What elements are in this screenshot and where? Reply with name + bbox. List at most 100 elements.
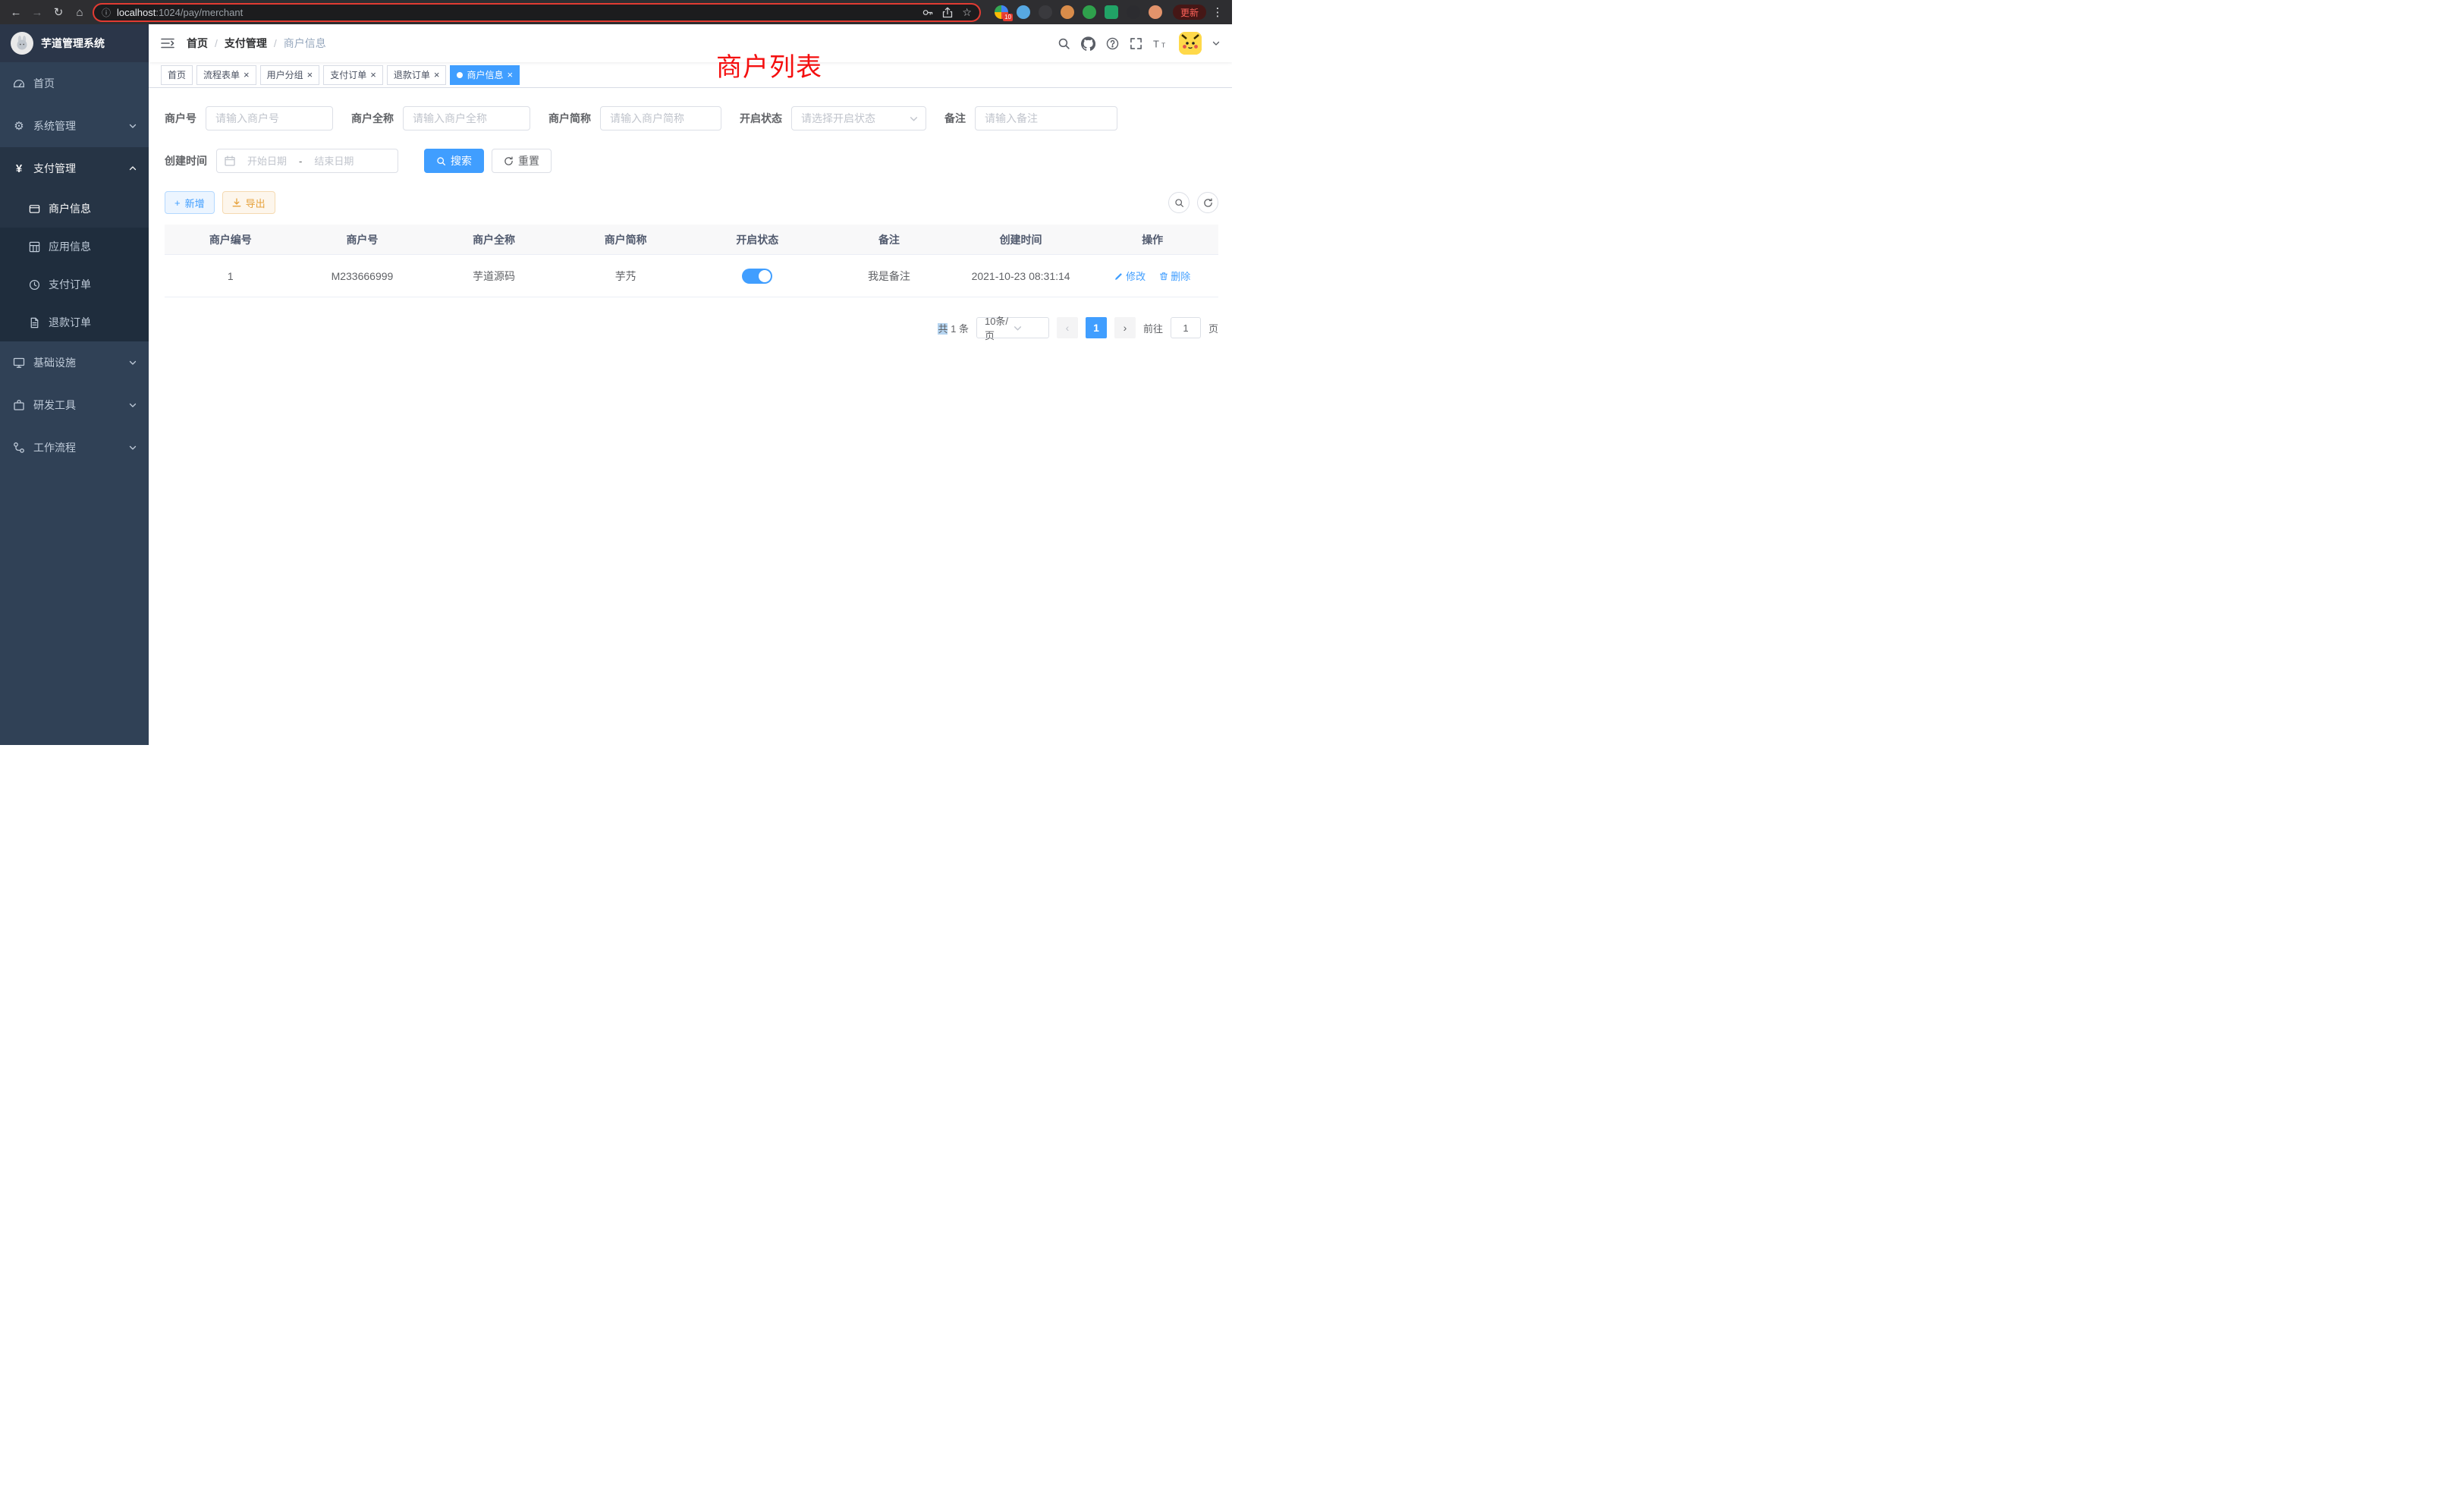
tab-pay-order[interactable]: 支付订单 × bbox=[323, 65, 383, 85]
add-button-label: 新增 bbox=[185, 196, 205, 210]
full-name-input[interactable] bbox=[403, 106, 530, 130]
app-logo[interactable]: 芋道管理系统 bbox=[0, 24, 149, 62]
chevron-down-icon bbox=[910, 115, 918, 123]
user-avatar[interactable] bbox=[1179, 32, 1202, 55]
tab-close-icon[interactable]: × bbox=[507, 70, 513, 80]
breadcrumb-section[interactable]: 支付管理 bbox=[225, 36, 267, 51]
sidebar-item-label: 商户信息 bbox=[49, 201, 91, 216]
goto-page-input[interactable] bbox=[1171, 317, 1201, 338]
browser-menu-icon[interactable]: ⋮ bbox=[1211, 5, 1224, 19]
site-info-icon[interactable]: ⓘ bbox=[102, 6, 111, 19]
remark-input[interactable] bbox=[975, 106, 1117, 130]
share-icon[interactable] bbox=[942, 7, 953, 18]
select-placeholder: 请选择开启状态 bbox=[801, 111, 910, 126]
password-key-icon[interactable] bbox=[922, 7, 933, 18]
address-bar[interactable]: ⓘ localhost:1024/pay/merchant ☆ bbox=[93, 3, 981, 22]
extension-icon[interactable] bbox=[1127, 5, 1140, 19]
extension-icon[interactable] bbox=[1039, 5, 1052, 19]
tab-merchant-info[interactable]: 商户信息 × bbox=[450, 65, 520, 85]
tab-close-icon[interactable]: × bbox=[434, 70, 440, 80]
field-label: 商户简称 bbox=[548, 111, 591, 126]
cell-status bbox=[692, 255, 824, 297]
extension-icon[interactable] bbox=[1061, 5, 1074, 19]
home-icon[interactable]: ⌂ bbox=[71, 4, 88, 20]
total-prefix: 共 bbox=[938, 323, 948, 335]
tab-process-form[interactable]: 流程表单× bbox=[196, 65, 256, 85]
svg-text:T: T bbox=[1153, 38, 1159, 49]
extension-icon[interactable] bbox=[1017, 5, 1030, 19]
tags-view: 首页 流程表单× 用户分组× 支付订单 × 退款订单× 商户信息 × bbox=[149, 62, 1232, 88]
extension-icon[interactable] bbox=[1083, 5, 1096, 19]
status-toggle[interactable] bbox=[742, 269, 772, 284]
tab-close-icon[interactable]: × bbox=[370, 70, 376, 80]
tab-home[interactable]: 首页 bbox=[161, 65, 193, 85]
table-toolbar: + 新增 导出 bbox=[165, 191, 1218, 214]
font-size-icon[interactable]: TT bbox=[1153, 38, 1168, 49]
browser-update-button[interactable]: 更新 bbox=[1173, 5, 1206, 20]
field-label: 创建时间 bbox=[165, 153, 207, 168]
add-button[interactable]: + 新增 bbox=[165, 191, 215, 214]
logo-image bbox=[11, 32, 33, 55]
forward-icon[interactable]: → bbox=[29, 4, 46, 20]
hamburger-icon[interactable] bbox=[161, 37, 174, 49]
browser-toolbar: ← → ↻ ⌂ ⓘ localhost:1024/pay/merchant ☆ … bbox=[0, 0, 1232, 24]
end-date-input[interactable] bbox=[305, 156, 363, 167]
next-page-button[interactable]: › bbox=[1114, 317, 1136, 338]
export-button-label: 导出 bbox=[246, 196, 266, 210]
extension-icon[interactable] bbox=[1149, 5, 1162, 19]
main-area: 首页 / 支付管理 / 商户信息 bbox=[149, 24, 1232, 745]
reload-icon[interactable]: ↻ bbox=[50, 4, 67, 20]
col-header: 备注 bbox=[823, 225, 955, 254]
page-1-button[interactable]: 1 bbox=[1086, 317, 1107, 338]
bookmark-star-icon[interactable]: ☆ bbox=[962, 6, 972, 19]
reset-button[interactable]: 重置 bbox=[492, 149, 552, 173]
sidebar-item-refund-order[interactable]: 退款订单 bbox=[0, 303, 149, 341]
breadcrumb-home[interactable]: 首页 bbox=[187, 36, 208, 51]
tab-close-icon[interactable]: × bbox=[244, 70, 250, 80]
short-name-input[interactable] bbox=[600, 106, 721, 130]
sidebar-item-home[interactable]: 首页 bbox=[0, 62, 149, 105]
extension-icon[interactable] bbox=[1105, 5, 1118, 19]
search-icon[interactable] bbox=[1058, 37, 1070, 50]
tab-label: 商户信息 bbox=[467, 68, 503, 81]
refresh-icon[interactable] bbox=[1197, 192, 1218, 213]
date-separator: - bbox=[299, 156, 302, 167]
cell-remark: 我是备注 bbox=[823, 255, 955, 297]
edit-link[interactable]: 修改 bbox=[1114, 269, 1146, 283]
sidebar-item-payment[interactable]: ¥ 支付管理 bbox=[0, 147, 149, 190]
export-button[interactable]: 导出 bbox=[222, 191, 275, 214]
merchant-no-input[interactable] bbox=[206, 106, 333, 130]
sidebar-item-infra[interactable]: 基础设施 bbox=[0, 341, 149, 384]
back-icon[interactable]: ← bbox=[8, 4, 24, 20]
tab-user-group[interactable]: 用户分组× bbox=[260, 65, 320, 85]
search-button[interactable]: 搜索 bbox=[424, 149, 484, 173]
sidebar-item-system[interactable]: ⚙ 系统管理 bbox=[0, 105, 149, 147]
col-header: 商户编号 bbox=[165, 225, 297, 254]
github-icon[interactable] bbox=[1081, 36, 1095, 51]
col-header: 商户简称 bbox=[560, 225, 692, 254]
extension-icon[interactable]: 10 bbox=[995, 5, 1008, 19]
field-remark: 备注 bbox=[944, 106, 1117, 130]
start-date-input[interactable] bbox=[238, 156, 296, 167]
sidebar-item-merchant-info[interactable]: 商户信息 bbox=[0, 190, 149, 228]
help-icon[interactable] bbox=[1106, 37, 1119, 50]
sidebar-item-app-info[interactable]: 应用信息 bbox=[0, 228, 149, 266]
page-size-select[interactable]: 10条/页 bbox=[976, 317, 1049, 338]
toggle-search-icon[interactable] bbox=[1168, 192, 1190, 213]
sidebar-item-devtools[interactable]: 研发工具 bbox=[0, 384, 149, 426]
tab-label: 支付订单 bbox=[330, 68, 366, 81]
delete-link[interactable]: 删除 bbox=[1159, 269, 1190, 283]
tab-close-icon[interactable]: × bbox=[307, 70, 313, 80]
status-select[interactable]: 请选择开启状态 bbox=[791, 106, 926, 130]
tab-refund-order[interactable]: 退款订单× bbox=[387, 65, 447, 85]
fullscreen-icon[interactable] bbox=[1130, 37, 1142, 50]
sidebar-item-workflow[interactable]: 工作流程 bbox=[0, 426, 149, 469]
date-range-picker[interactable]: - bbox=[216, 149, 398, 173]
col-header: 商户全称 bbox=[428, 225, 560, 254]
col-header: 操作 bbox=[1086, 225, 1218, 254]
sidebar-item-pay-order[interactable]: 支付订单 bbox=[0, 266, 149, 303]
prev-page-button[interactable]: ‹ bbox=[1057, 317, 1078, 338]
sidebar-item-label: 支付管理 bbox=[33, 161, 76, 176]
yen-icon: ¥ bbox=[12, 162, 26, 175]
avatar-caret-icon[interactable] bbox=[1212, 39, 1220, 47]
